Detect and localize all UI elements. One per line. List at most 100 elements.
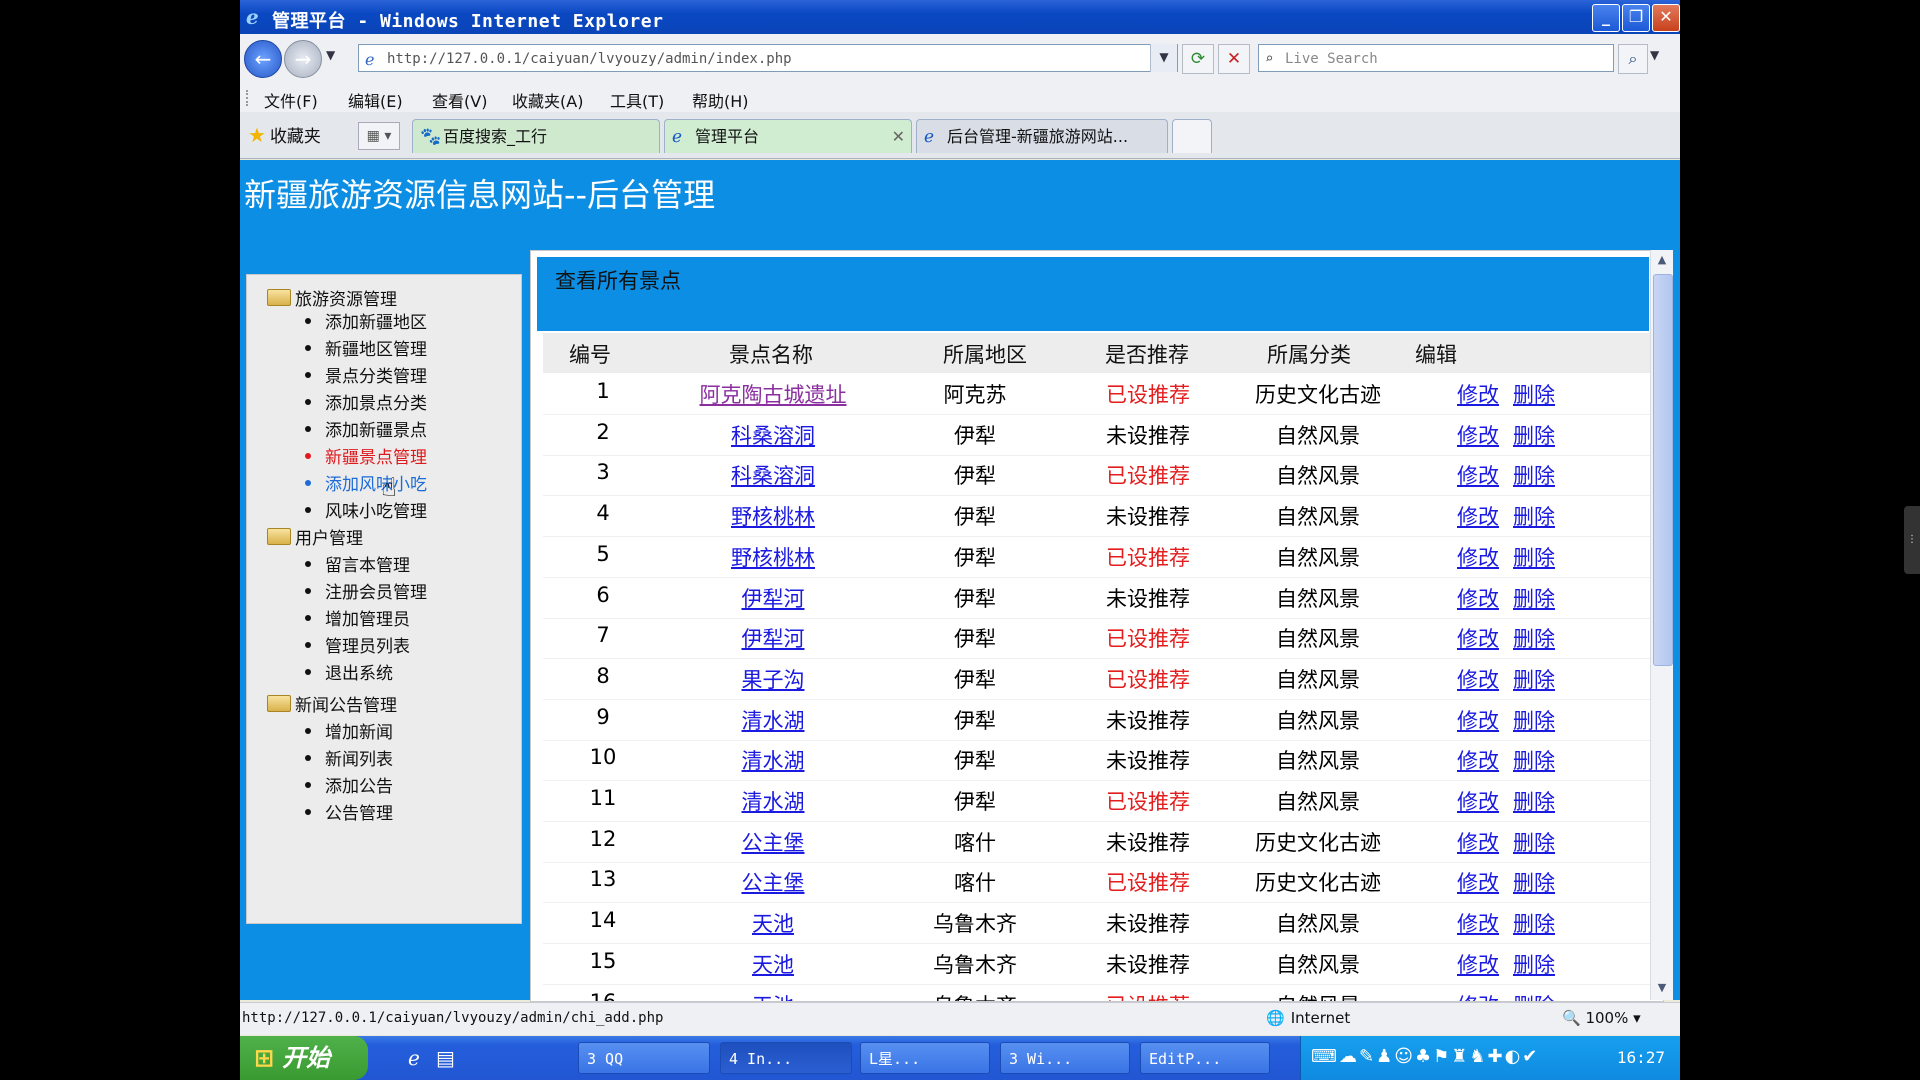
ie-quicklaunch-icon[interactable]: ℯ: [408, 1046, 420, 1070]
menu-help[interactable]: 帮助(H): [692, 88, 749, 112]
edit-link[interactable]: 修改: [1457, 501, 1499, 531]
stop-button[interactable]: ✕: [1218, 44, 1250, 74]
sidebar-item-add-notice[interactable]: 添加公告: [305, 772, 393, 797]
spot-name-link[interactable]: 阿克陶古城遗址: [663, 379, 883, 409]
spot-name-link[interactable]: 科桑溶洞: [663, 460, 883, 490]
new-tab-button[interactable]: [1172, 119, 1212, 153]
delete-link[interactable]: 删除: [1513, 867, 1555, 897]
spot-name-link[interactable]: 天池: [663, 908, 883, 938]
tab-baidu[interactable]: 🐾 百度搜索_工行: [412, 119, 660, 153]
edit-link[interactable]: 修改: [1457, 949, 1499, 979]
spot-name-link[interactable]: 清水湖: [663, 705, 883, 735]
start-button[interactable]: ⊞ 开始: [240, 1036, 368, 1080]
tray-icons[interactable]: ⌨☁✎♟☺♣⚑♜♞✚◐✔: [1311, 1046, 1539, 1067]
sidebar-item-members[interactable]: 注册会员管理: [305, 578, 427, 603]
menu-file[interactable]: 文件(F): [264, 88, 318, 112]
url-dropdown-button[interactable]: ▼: [1150, 44, 1177, 72]
task-editplus[interactable]: EditP...: [1140, 1042, 1270, 1074]
menu-tools[interactable]: 工具(T): [610, 88, 664, 112]
spot-name-link[interactable]: 野核桃林: [663, 501, 883, 531]
delete-link[interactable]: 删除: [1513, 705, 1555, 735]
sidebar-item-add-spot[interactable]: 添加新疆景点: [305, 416, 427, 441]
edit-link[interactable]: 修改: [1457, 908, 1499, 938]
task-windows[interactable]: 3 Wi...: [1000, 1042, 1130, 1074]
edit-link[interactable]: 修改: [1457, 583, 1499, 613]
edit-link[interactable]: 修改: [1457, 420, 1499, 450]
edit-link[interactable]: 修改: [1457, 990, 1499, 1002]
delete-link[interactable]: 删除: [1513, 420, 1555, 450]
scroll-thumb[interactable]: [1653, 274, 1673, 666]
tab-close-icon[interactable]: ✕: [892, 120, 905, 154]
edit-link[interactable]: 修改: [1457, 460, 1499, 490]
edit-link[interactable]: 修改: [1457, 786, 1499, 816]
sidebar-item-add-snack[interactable]: 添加风味小吃: [305, 470, 427, 495]
spot-name-link[interactable]: 果子沟: [663, 664, 883, 694]
task-qq[interactable]: 3 QQ: [578, 1042, 710, 1074]
sidebar-item-logout[interactable]: 退出系统: [305, 659, 393, 684]
delete-link[interactable]: 删除: [1513, 990, 1555, 1002]
delete-link[interactable]: 删除: [1513, 379, 1555, 409]
edit-link[interactable]: 修改: [1457, 827, 1499, 857]
spot-name-link[interactable]: 清水湖: [663, 786, 883, 816]
sidebar-item-add-admin[interactable]: 增加管理员: [305, 605, 410, 630]
url-field[interactable]: ℯ http://127.0.0.1/caiyuan/lvyouzy/admin…: [358, 44, 1178, 72]
close-button[interactable]: ✕: [1652, 4, 1680, 32]
spot-name-link[interactable]: 清水湖: [663, 745, 883, 775]
back-button[interactable]: ←: [244, 40, 282, 78]
sidebar-item-region-manage[interactable]: 新疆地区管理: [305, 335, 427, 360]
menu-view[interactable]: 查看(V): [432, 88, 487, 112]
sidebar-item-add-category[interactable]: 添加景点分类: [305, 389, 427, 414]
side-handle[interactable]: ⋮: [1904, 506, 1920, 574]
quick-tabs-button[interactable]: ▦ ▾: [358, 122, 400, 150]
search-input[interactable]: ⌕ Live Search: [1258, 44, 1614, 72]
delete-link[interactable]: 删除: [1513, 827, 1555, 857]
minimize-button[interactable]: _: [1592, 4, 1620, 32]
search-go-button[interactable]: ⌕: [1618, 44, 1648, 74]
spot-name-link[interactable]: 公主堡: [663, 827, 883, 857]
edit-link[interactable]: 修改: [1457, 867, 1499, 897]
delete-link[interactable]: 删除: [1513, 949, 1555, 979]
sidebar-group-travel[interactable]: 旅游资源管理: [267, 285, 397, 310]
menu-edit[interactable]: 编辑(E): [348, 88, 403, 112]
spot-name-link[interactable]: 天池: [663, 949, 883, 979]
edit-link[interactable]: 修改: [1457, 542, 1499, 572]
scroll-down-icon[interactable]: ▼: [1651, 978, 1673, 998]
vertical-scrollbar[interactable]: ▲ ▼: [1650, 250, 1673, 1000]
sidebar-item-snack-manage[interactable]: 风味小吃管理: [305, 497, 427, 522]
tab-backend[interactable]: ℯ 后台管理-新疆旅游网站...: [916, 119, 1168, 153]
spot-name-link[interactable]: 天池: [663, 990, 883, 1002]
task-star[interactable]: L星...: [860, 1042, 990, 1074]
edit-link[interactable]: 修改: [1457, 664, 1499, 694]
edit-link[interactable]: 修改: [1457, 623, 1499, 653]
favorites-button[interactable]: ★ 收藏夹: [248, 122, 321, 147]
sidebar-item-add-news[interactable]: 增加新闻: [305, 718, 393, 743]
sidebar-item-category-manage[interactable]: 景点分类管理: [305, 362, 427, 387]
scroll-up-icon[interactable]: ▲: [1651, 250, 1673, 270]
sidebar-group-users[interactable]: 用户管理: [267, 524, 363, 549]
delete-link[interactable]: 删除: [1513, 460, 1555, 490]
delete-link[interactable]: 删除: [1513, 664, 1555, 694]
delete-link[interactable]: 删除: [1513, 623, 1555, 653]
sidebar-item-admin-list[interactable]: 管理员列表: [305, 632, 410, 657]
folder-quicklaunch-icon[interactable]: ▤: [436, 1046, 455, 1070]
restore-button[interactable]: ❐: [1622, 4, 1650, 32]
sidebar-item-news-list[interactable]: 新闻列表: [305, 745, 393, 770]
delete-link[interactable]: 删除: [1513, 745, 1555, 775]
spot-name-link[interactable]: 科桑溶洞: [663, 420, 883, 450]
delete-link[interactable]: 删除: [1513, 501, 1555, 531]
refresh-button[interactable]: ⟳: [1182, 44, 1214, 74]
delete-link[interactable]: 删除: [1513, 583, 1555, 613]
spot-name-link[interactable]: 伊犁河: [663, 623, 883, 653]
spot-name-link[interactable]: 伊犁河: [663, 583, 883, 613]
delete-link[interactable]: 删除: [1513, 786, 1555, 816]
zoom-control[interactable]: 🔍 100% ▾: [1562, 1009, 1641, 1027]
forward-button[interactable]: →: [284, 40, 322, 78]
sidebar-group-news[interactable]: 新闻公告管理: [267, 691, 397, 716]
edit-link[interactable]: 修改: [1457, 745, 1499, 775]
sidebar-item-spot-manage[interactable]: 新疆景点管理: [305, 443, 427, 468]
task-ie[interactable]: 4 In...: [720, 1042, 852, 1074]
menu-favorites[interactable]: 收藏夹(A): [512, 88, 583, 112]
delete-link[interactable]: 删除: [1513, 542, 1555, 572]
edit-link[interactable]: 修改: [1457, 705, 1499, 735]
tab-admin-platform[interactable]: ℯ 管理平台 ✕: [664, 119, 912, 153]
